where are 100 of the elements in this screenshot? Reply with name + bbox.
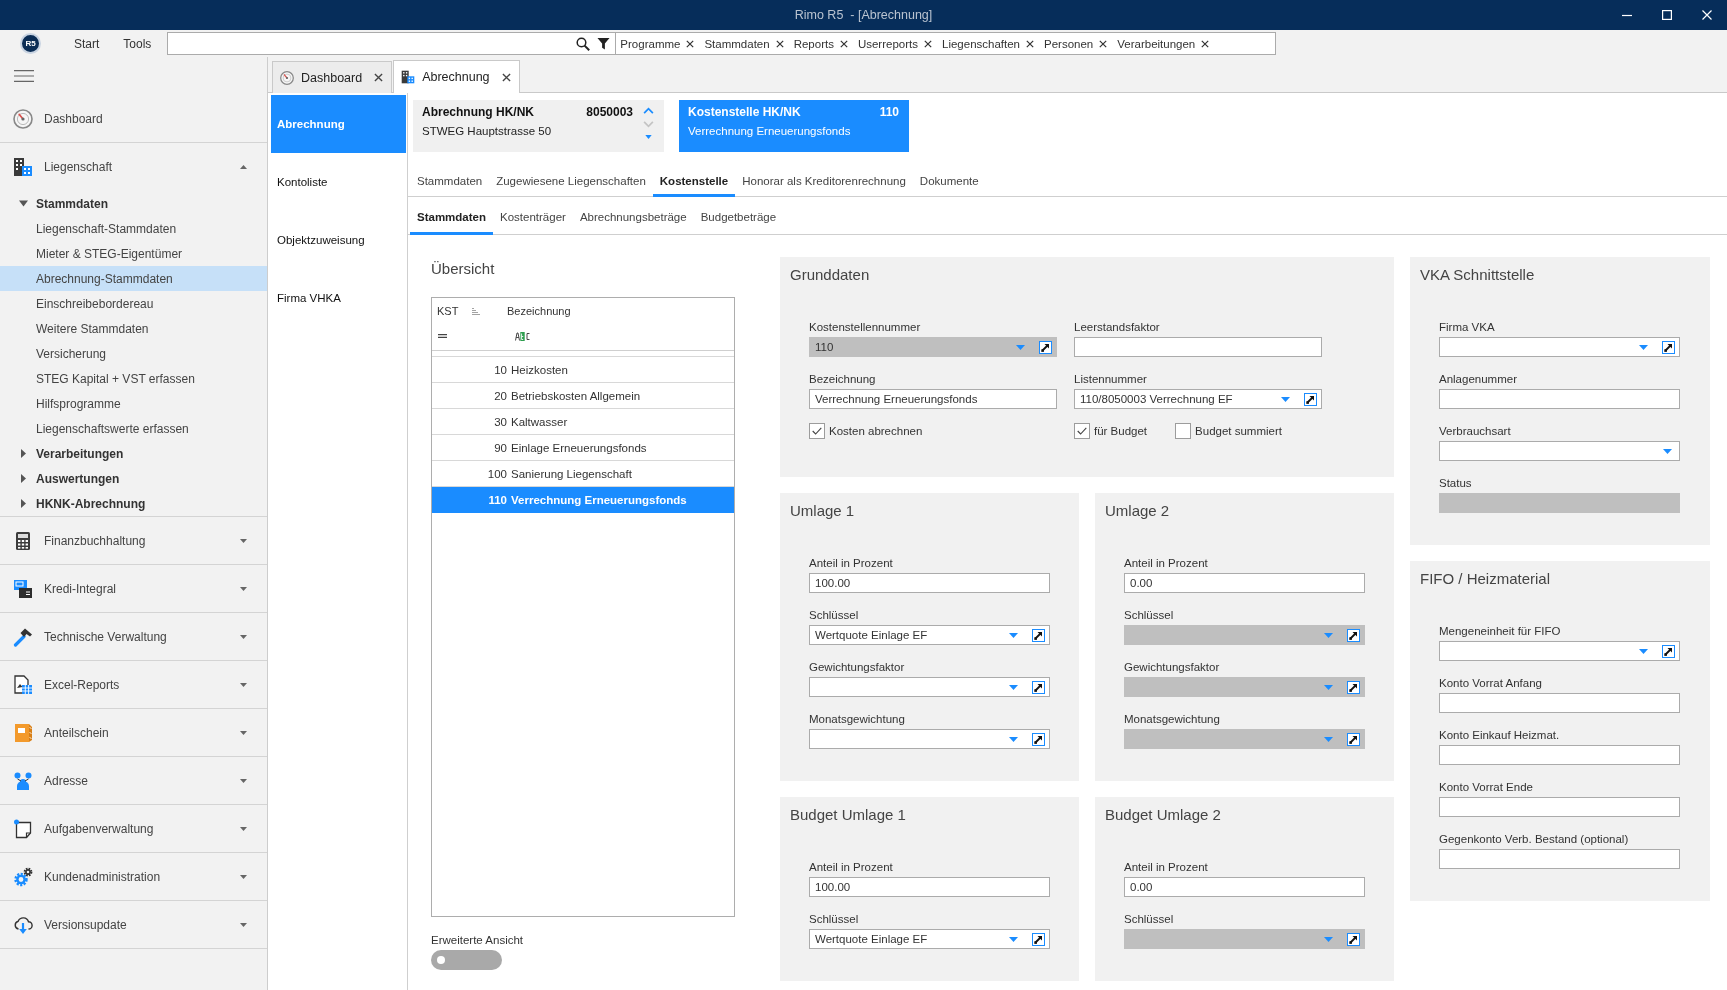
quick-filter-tag[interactable]: Liegenschaften [942,37,1034,50]
close-icon[interactable] [686,39,695,48]
lookup-field[interactable]: Wertquote Einlage EF [809,929,1050,949]
list-row[interactable]: 20 Betriebskosten Allgemein [432,383,734,409]
close-icon[interactable] [1026,39,1034,48]
quick-filter-tag[interactable]: Verarbeitungen [1117,37,1210,50]
quick-filter-tag[interactable]: Personen [1044,37,1108,50]
input-field[interactable] [1439,693,1680,713]
tree-item[interactable]: Auswertungen [0,466,267,491]
checkbox[interactable] [1175,423,1192,439]
tree-item[interactable]: Verarbeitungen [0,441,267,466]
list-row[interactable]: 10 Heizkosten [432,357,734,383]
tab[interactable]: Budgetbeträge [693,202,784,235]
lookup-field[interactable]: 110/8050003 Verrechnung EF [1074,389,1322,409]
arrow-square-icon[interactable] [1032,628,1045,642]
search-field[interactable] [167,32,617,55]
column-header[interactable]: KST [437,305,472,317]
arrow-square-icon[interactable] [1662,644,1675,658]
close-icon[interactable] [924,39,932,48]
caret-down-icon[interactable] [1009,936,1018,942]
input-field[interactable]: Verrechnung Erneuerungsfonds [809,389,1057,409]
tab[interactable]: Dokumente [912,167,986,197]
close-icon[interactable] [775,39,784,48]
tab[interactable]: Honorar als Kreditorenrechnung [735,167,913,197]
caret-down-icon[interactable] [1663,448,1672,454]
input-field[interactable] [1074,337,1322,357]
input-field[interactable] [1439,745,1680,765]
checkbox[interactable] [1074,423,1090,439]
column-header[interactable]: Bezeichnung [507,305,571,317]
list-row[interactable]: 90 Einlage Erneuerungsfonds [432,435,734,461]
equals-icon[interactable] [438,334,447,338]
sidebar-item[interactable]: Technische Verwaltung [0,613,267,661]
caret-down-icon[interactable] [1281,396,1290,402]
lookup-field[interactable] [809,729,1050,749]
quick-filter-tag[interactable]: Userreports [857,37,932,50]
sidebar-item[interactable]: Anteilschein [0,709,267,757]
input-field[interactable]: 0.00 [1124,877,1365,897]
tab[interactable]: Kostenstelle [652,167,736,197]
filter-icon[interactable] [597,37,611,50]
tree-item[interactable]: STEG Kapital + VST erfassen [0,366,267,391]
maximize-icon[interactable] [1662,10,1672,20]
sidebar-item[interactable]: Aufgabenverwaltung [0,805,267,853]
nav-item[interactable]: Firma VHKA [271,269,406,327]
arrow-square-icon[interactable] [1032,932,1045,946]
menu-icon[interactable] [14,70,34,82]
tree-item[interactable]: Hilfsprogramme [0,391,267,416]
lookup-field[interactable] [1439,337,1680,357]
tree-item[interactable]: Liegenschaft-Stammdaten [0,216,267,241]
input-field[interactable] [1439,389,1680,409]
search-icon[interactable] [576,36,591,51]
caret-down-icon[interactable] [1639,344,1648,350]
dropdown-field[interactable] [1439,441,1680,461]
close-icon[interactable] [1201,39,1210,48]
tree-item[interactable]: Mieter & STEG-Eigentümer [0,241,267,266]
tab[interactable]: Zugewiesene Liegenschaften [489,167,653,197]
quick-filter-tag[interactable]: Reports [793,37,848,50]
tree-item[interactable]: Stammdaten [0,191,267,216]
nav-item[interactable]: Objektzuweisung [271,211,406,269]
app-logo[interactable]: R5 [20,33,41,54]
caret-down-icon[interactable] [1009,632,1018,638]
input-field[interactable]: 0.00 [1124,573,1365,593]
caret-down-icon[interactable] [1009,736,1018,742]
menu-item[interactable]: Start [74,36,100,51]
quick-filter-tag[interactable]: Stammdaten [704,37,784,50]
arrow-square-icon[interactable] [1032,732,1045,746]
close-icon[interactable] [501,72,511,82]
tab[interactable]: Abrechnung [393,60,520,93]
caret-down-icon[interactable] [645,135,652,139]
tree-item[interactable]: Weitere Stammdaten [0,316,267,341]
input-field[interactable] [1439,849,1680,869]
sidebar-item[interactable]: Liegenschaft [0,143,267,191]
close-icon[interactable] [839,39,848,48]
tab[interactable]: Abrechnungsbeträge [572,202,694,235]
checkbox[interactable] [809,423,825,439]
sidebar-item[interactable]: Kundenadministration [0,853,267,901]
lookup-field[interactable] [1439,641,1680,661]
tree-item[interactable]: Einschreibebordereau [0,291,267,316]
arrow-square-icon[interactable] [1662,340,1675,354]
tree-item[interactable]: HKNK-Abrechnung [0,491,267,516]
tree-item[interactable]: Liegenschaftswerte erfassen [0,416,267,441]
caret-down-icon[interactable] [1639,648,1648,654]
menu-item[interactable]: Tools [123,36,152,51]
lookup-field[interactable]: Wertquote Einlage EF [809,625,1050,645]
quick-filter-tag[interactable]: Programme [620,37,695,50]
tab[interactable]: Stammdaten [410,202,494,235]
tab[interactable]: Kostenträger [493,202,573,235]
close-icon[interactable] [1099,39,1108,48]
tree-item[interactable]: Versicherung [0,341,267,366]
arrow-square-icon[interactable] [1304,392,1317,406]
input-field[interactable]: 100.00 [809,877,1050,897]
arrow-square-icon[interactable] [1032,680,1045,694]
sidebar-item[interactable]: Dashboard [0,95,267,143]
lookup-field[interactable] [809,677,1050,697]
input-field[interactable]: 100.00 [809,573,1050,593]
list-row[interactable]: 30 Kaltwasser [432,409,734,435]
tree-item[interactable]: Abrechnung-Stammdaten [0,266,267,291]
close-icon[interactable] [374,73,384,82]
sidebar-item[interactable]: Adresse [0,757,267,805]
sidebar-item[interactable]: Versionsupdate [0,901,267,949]
nav-item[interactable]: Kontoliste [271,153,406,211]
